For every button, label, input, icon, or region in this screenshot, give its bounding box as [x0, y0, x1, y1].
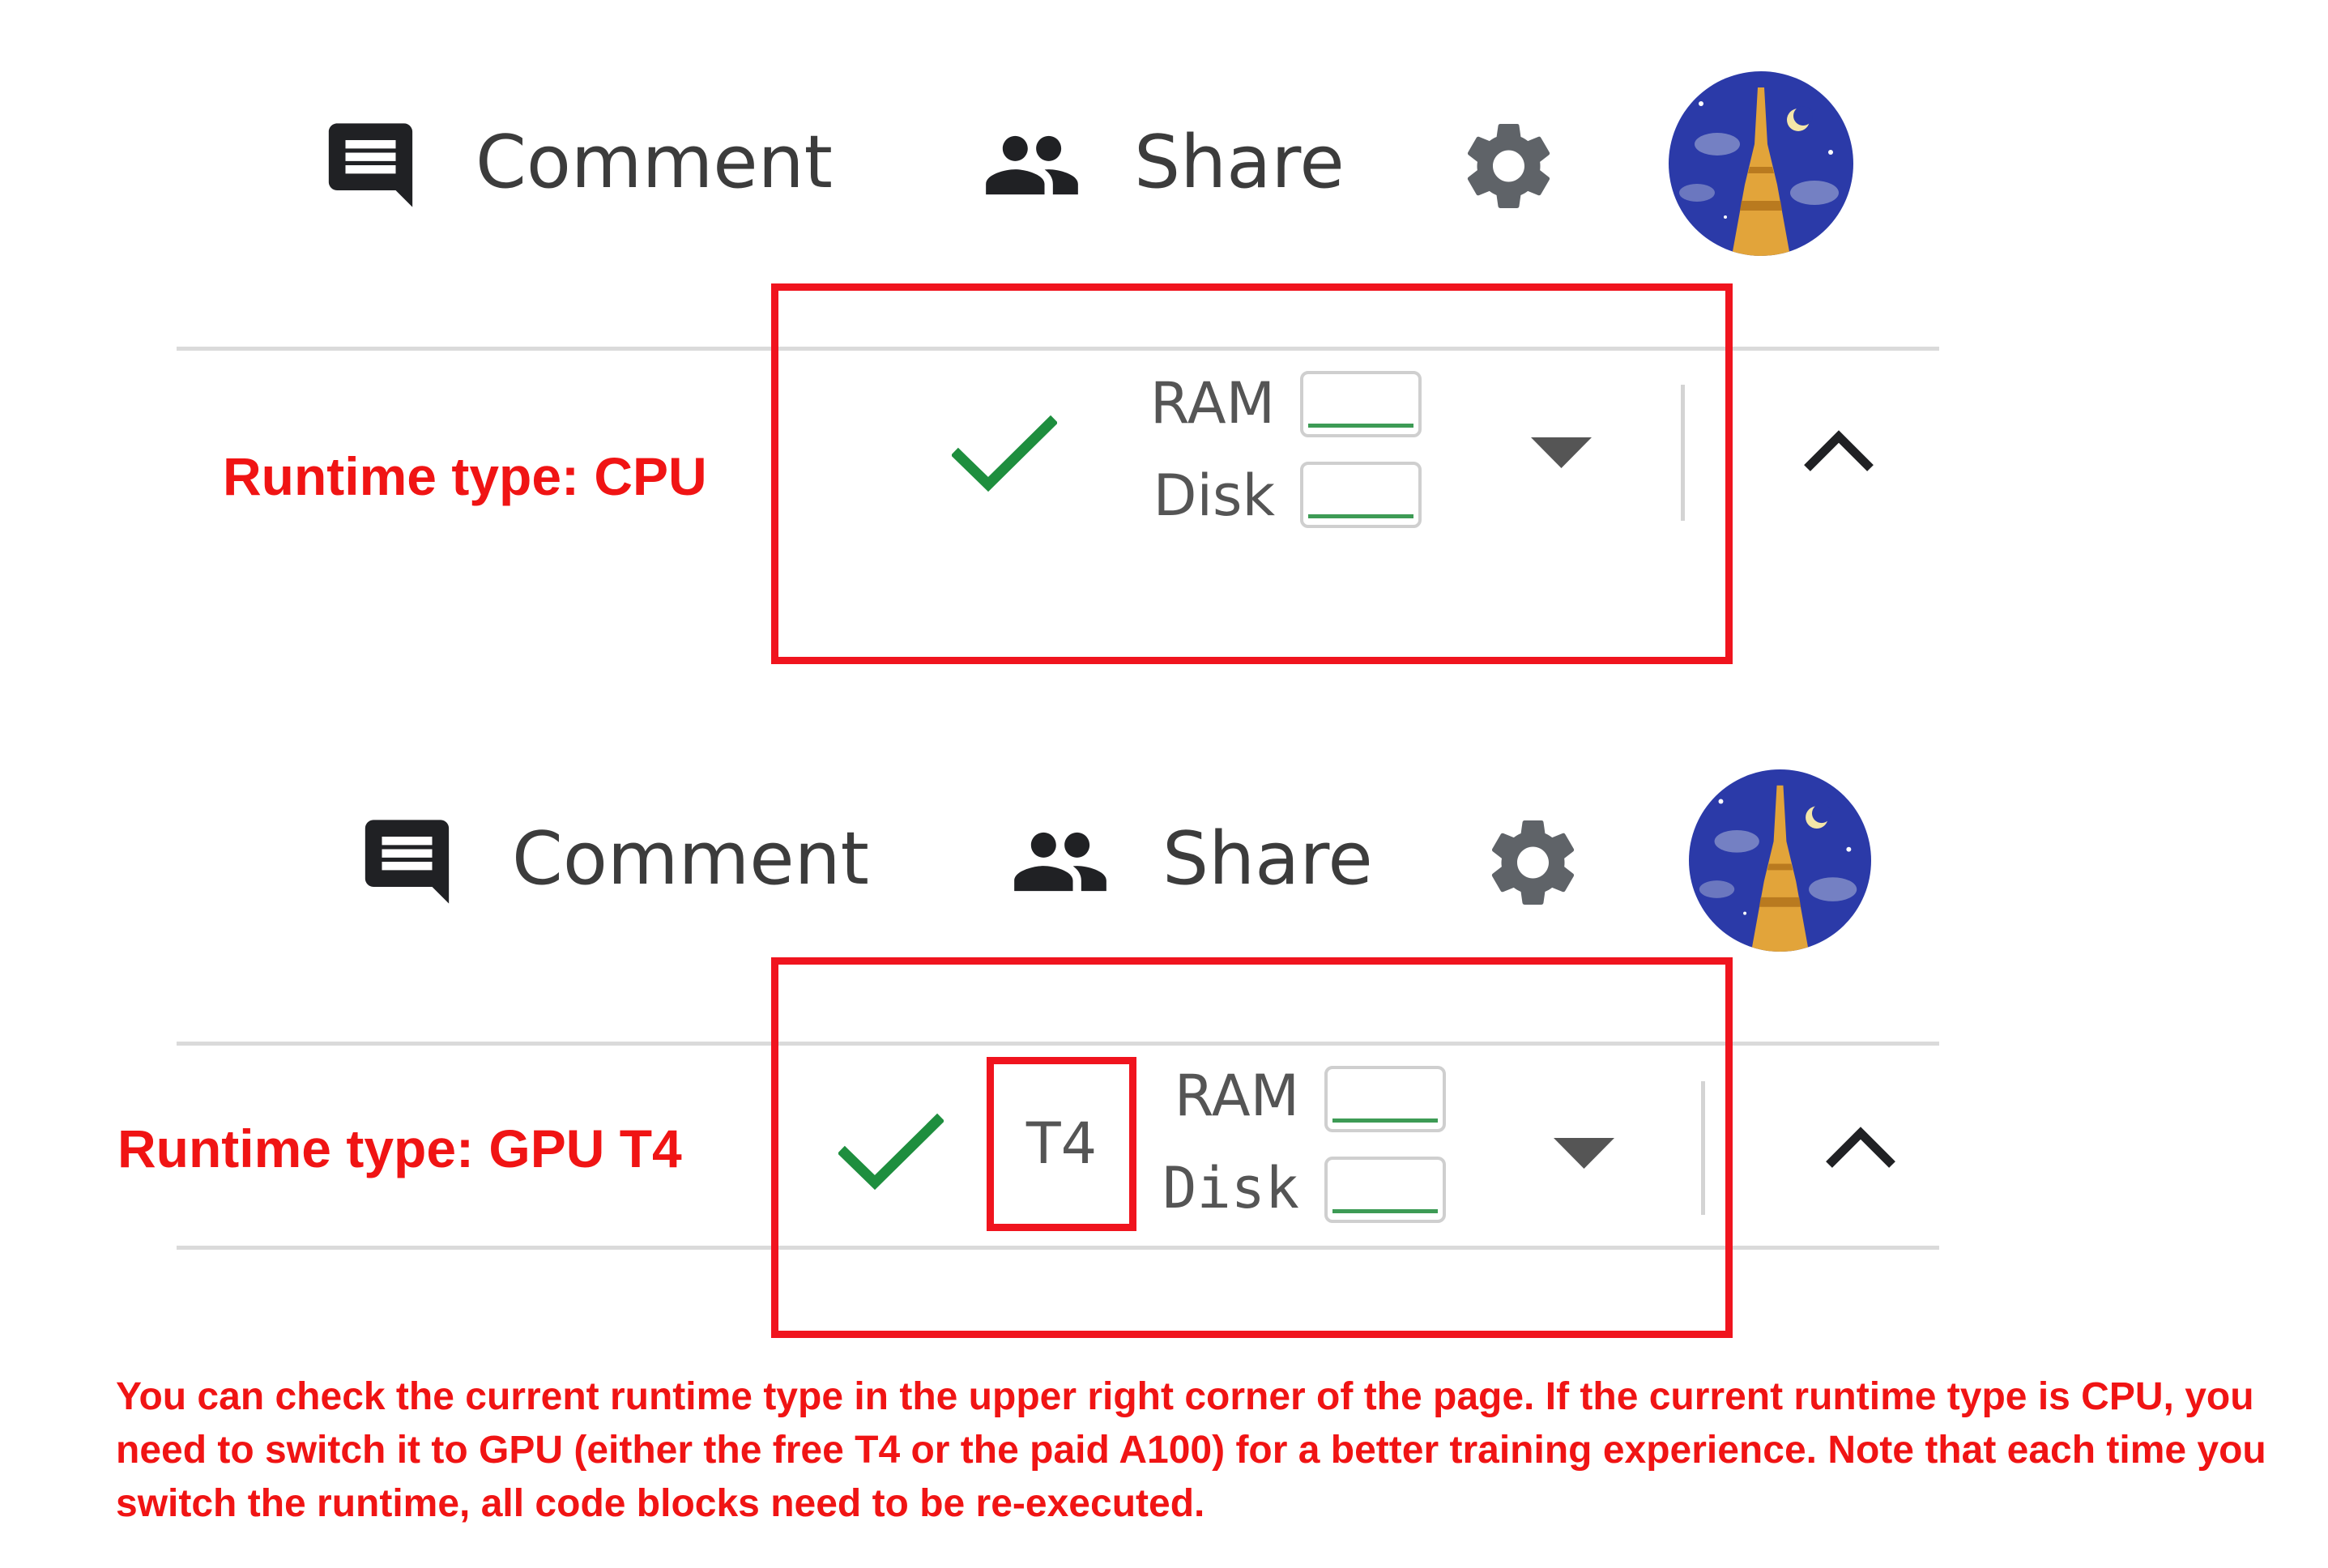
avatar[interactable] — [1669, 71, 1853, 256]
highlight-box — [771, 283, 1733, 664]
comment-icon — [328, 123, 413, 207]
comment-icon — [365, 820, 450, 904]
comment-label: Comment — [475, 120, 833, 205]
people-icon — [1014, 832, 1106, 892]
instruction-note: You can check the current runtime type i… — [116, 1375, 2266, 1525]
gear-icon[interactable] — [1454, 113, 1563, 219]
highlight-box — [771, 957, 1733, 1338]
avatar[interactable] — [1689, 769, 1871, 952]
share-button[interactable]: Share — [976, 112, 1349, 217]
people-icon — [986, 135, 1078, 195]
chevron-up-icon[interactable] — [1824, 1124, 1897, 1169]
share-label: Share — [1162, 816, 1373, 901]
gear-icon[interactable] — [1478, 810, 1588, 915]
comment-label: Comment — [512, 816, 869, 901]
comment-button[interactable]: Comment — [320, 112, 838, 217]
comment-button[interactable]: Comment — [356, 808, 875, 914]
share-label: Share — [1134, 120, 1345, 205]
runtime-caption: Runtime type: CPU — [223, 446, 707, 506]
runtime-caption: Runtime type: GPU T4 — [117, 1118, 682, 1178]
chevron-up-icon[interactable] — [1802, 428, 1875, 472]
share-button[interactable]: Share — [1004, 808, 1377, 914]
